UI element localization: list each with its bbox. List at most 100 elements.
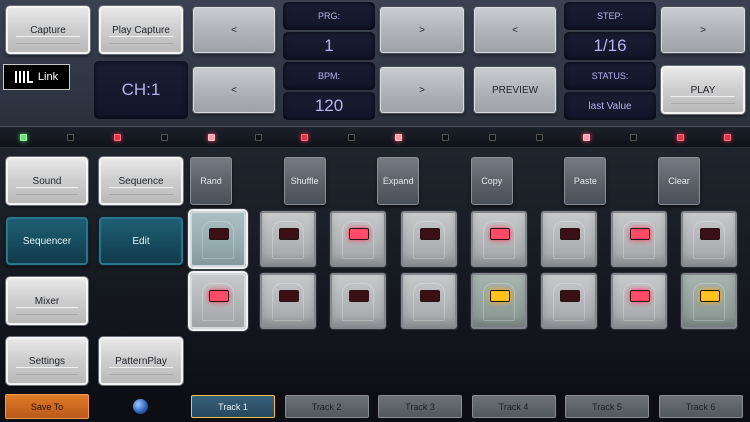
save-to-button[interactable]: Save To xyxy=(5,394,89,419)
track-tab[interactable]: Track 6 xyxy=(658,395,743,418)
step-pad[interactable] xyxy=(681,273,738,329)
copy-label: Copy xyxy=(481,176,503,186)
link-bars-icon xyxy=(14,71,33,83)
step-indicator-led xyxy=(113,134,121,141)
step-indicator-led xyxy=(66,134,74,141)
play-capture-button[interactable]: Play Capture xyxy=(99,6,183,54)
prg-value-display: 1 xyxy=(283,32,375,60)
pad-cap xyxy=(412,221,445,259)
expand-button[interactable]: Expand xyxy=(377,157,420,205)
preview-button[interactable]: PREVIEW xyxy=(474,67,556,113)
track-tab[interactable]: Track 3 xyxy=(378,395,462,418)
step-indicator-led xyxy=(207,134,215,141)
track-tab[interactable]: Track 1 xyxy=(191,395,275,418)
pad-led xyxy=(349,228,370,240)
pad-cap xyxy=(623,221,656,259)
step-pad[interactable] xyxy=(541,273,597,329)
bpm-prev-button[interactable]: < xyxy=(193,67,275,113)
step-indicator-led xyxy=(629,134,637,141)
sound-label: Sound xyxy=(32,175,62,187)
rand-label: Rand xyxy=(200,176,222,186)
step-pad[interactable] xyxy=(611,211,668,267)
step-pad[interactable] xyxy=(470,211,527,267)
step-prev-button[interactable]: < xyxy=(474,7,556,53)
clear-button[interactable]: Clear xyxy=(658,157,700,205)
step-pad[interactable] xyxy=(681,211,738,267)
step-pad[interactable] xyxy=(400,273,457,329)
mixer-button[interactable]: Mixer xyxy=(6,277,88,325)
step-pad[interactable] xyxy=(541,211,597,267)
step-pad[interactable] xyxy=(190,273,246,329)
pad-cap xyxy=(202,283,234,321)
step-indicator-led xyxy=(395,134,403,141)
step-pad[interactable] xyxy=(190,211,246,267)
bpm-value-display: 120 xyxy=(283,92,375,120)
prg-label: PRG: xyxy=(283,2,375,30)
settings-label: Settings xyxy=(28,355,66,367)
pad-cap xyxy=(623,283,656,321)
step-indicator-led xyxy=(20,134,27,141)
next-label: > xyxy=(419,24,425,36)
step-indicator-led xyxy=(582,134,590,141)
paste-button[interactable]: Paste xyxy=(564,157,607,205)
settings-button[interactable]: Settings xyxy=(6,337,88,385)
shuffle-button[interactable]: Shuffle xyxy=(283,157,326,205)
globe-icon[interactable] xyxy=(133,399,148,414)
save-to-label: Save To xyxy=(30,401,64,412)
pad-cap xyxy=(693,221,726,259)
step-next-button[interactable]: > xyxy=(661,7,745,53)
bpm-next-button[interactable]: > xyxy=(380,67,464,113)
track-tab[interactable]: Track 5 xyxy=(565,395,649,418)
pad-led xyxy=(209,228,229,240)
rand-button[interactable]: Rand xyxy=(190,157,232,205)
pad-led xyxy=(279,290,300,302)
step-pad[interactable] xyxy=(330,273,387,329)
track-tab-label: Track 5 xyxy=(592,401,622,412)
track-tab-label: Track 3 xyxy=(405,401,435,412)
shuffle-label: Shuffle xyxy=(290,176,319,186)
capture-button[interactable]: Capture xyxy=(6,6,90,54)
step-pad[interactable] xyxy=(611,273,668,329)
status-label: STATUS: xyxy=(564,62,656,90)
step-pad[interactable] xyxy=(470,273,527,329)
pattern-play-button[interactable]: PatternPlay xyxy=(99,337,183,385)
sequence-label: Sequence xyxy=(118,175,164,187)
pad-led xyxy=(700,228,721,240)
pad-cap xyxy=(342,283,375,321)
prg-prev-button[interactable]: < xyxy=(193,7,275,53)
sequence-button[interactable]: Sequence xyxy=(99,157,183,205)
pad-cap xyxy=(482,221,515,259)
edit-button[interactable]: Edit xyxy=(99,217,183,265)
status-value-display: last Value xyxy=(564,92,656,120)
pad-cap xyxy=(553,221,585,259)
step-indicator-led xyxy=(535,134,543,141)
step-indicator-led xyxy=(489,134,496,141)
preview-label: PREVIEW xyxy=(491,84,539,96)
pad-cap xyxy=(412,283,445,321)
next-label: > xyxy=(419,84,425,96)
pad-cap xyxy=(482,283,515,321)
capture-label: Capture xyxy=(30,24,66,36)
sequencer-button[interactable]: Sequencer xyxy=(6,217,88,265)
step-pad[interactable] xyxy=(400,211,457,267)
pad-led xyxy=(279,228,300,240)
bpm-label: BPM: xyxy=(283,62,375,90)
pad-cap xyxy=(553,283,585,321)
pad-led xyxy=(630,290,651,302)
step-pad[interactable] xyxy=(330,211,387,267)
prg-next-button[interactable]: > xyxy=(380,7,464,53)
play-button[interactable]: PLAY xyxy=(661,66,745,114)
step-indicator-bar xyxy=(0,126,750,148)
step-pad[interactable] xyxy=(260,273,317,329)
sound-button[interactable]: Sound xyxy=(6,157,88,205)
track-tab[interactable]: Track 4 xyxy=(471,395,556,418)
copy-button[interactable]: Copy xyxy=(470,157,513,205)
track-tab[interactable]: Track 2 xyxy=(284,395,369,418)
pad-led xyxy=(489,290,510,302)
step-pad[interactable] xyxy=(260,211,317,267)
link-logo[interactable]: Link xyxy=(3,64,70,90)
prev-label: < xyxy=(512,24,518,36)
pad-cap xyxy=(693,283,726,321)
pad-led xyxy=(560,290,580,302)
pad-cap xyxy=(272,221,305,259)
